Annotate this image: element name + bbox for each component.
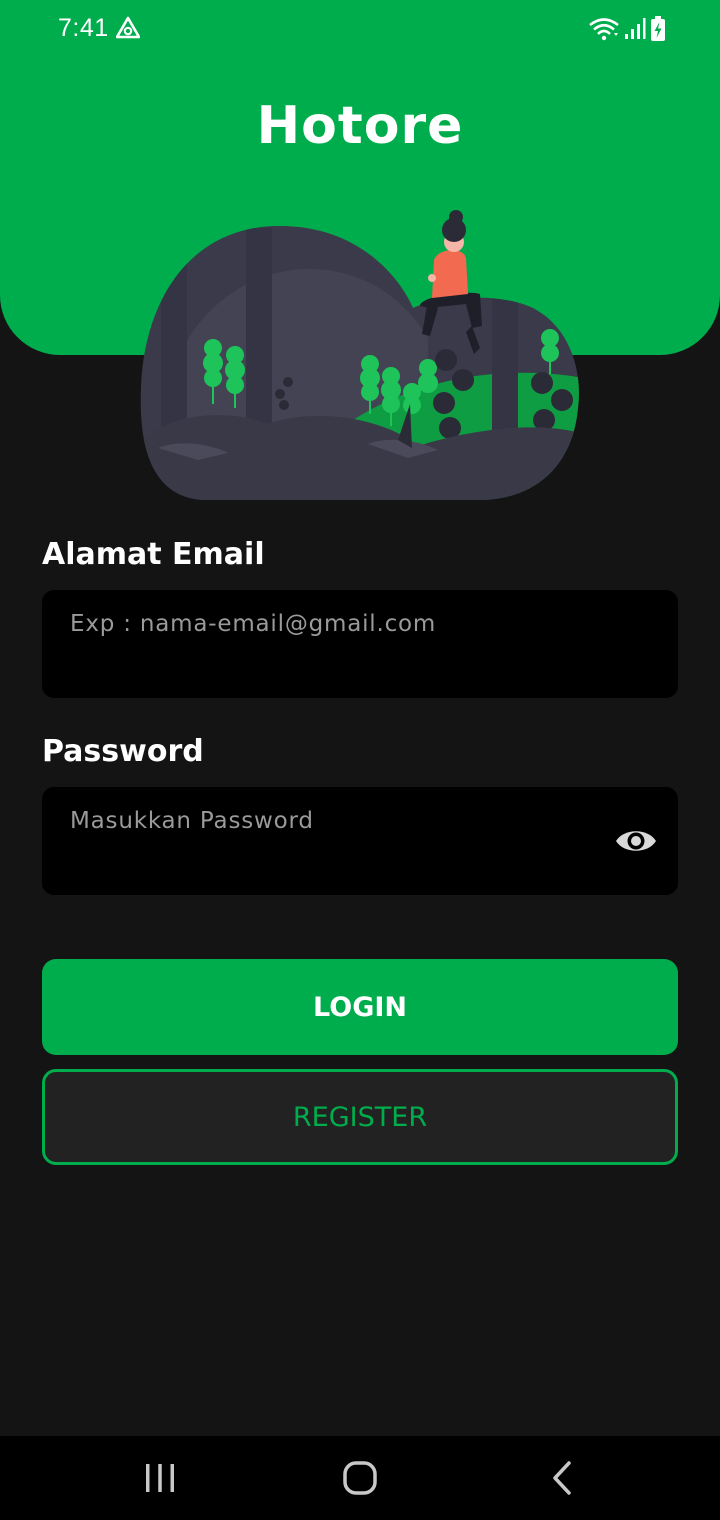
password-label: Password	[42, 734, 204, 769]
wifi-icon	[589, 18, 619, 41]
eye-icon[interactable]	[614, 823, 658, 859]
woman-sitting-forest-illustration	[140, 210, 579, 501]
signal-icon	[625, 18, 646, 39]
battery-charging-icon	[651, 16, 665, 41]
back-icon[interactable]	[542, 1458, 582, 1498]
app-title: Hotore	[256, 96, 464, 156]
login-button[interactable]: LOGIN	[42, 959, 678, 1055]
recent-apps-icon[interactable]	[140, 1458, 180, 1498]
navigation-bar	[0, 1436, 720, 1520]
status-bar: 7:41	[0, 0, 720, 58]
email-field[interactable]	[70, 604, 610, 644]
triangle-app-icon	[116, 16, 140, 39]
home-icon[interactable]	[340, 1458, 380, 1498]
email-label: Alamat Email	[42, 537, 265, 572]
email-field-container	[42, 590, 678, 698]
password-field-container	[42, 787, 678, 895]
password-field[interactable]	[70, 801, 610, 841]
register-button[interactable]: REGISTER	[42, 1069, 678, 1165]
register-button-label: REGISTER	[292, 1101, 428, 1133]
status-indicators	[588, 14, 666, 44]
login-screen: 7:41 Hotore Alamat Email Exp: nama-emai…	[0, 0, 720, 1520]
login-button-label: LOGIN	[313, 991, 407, 1023]
status-time: 7:41	[58, 14, 109, 42]
